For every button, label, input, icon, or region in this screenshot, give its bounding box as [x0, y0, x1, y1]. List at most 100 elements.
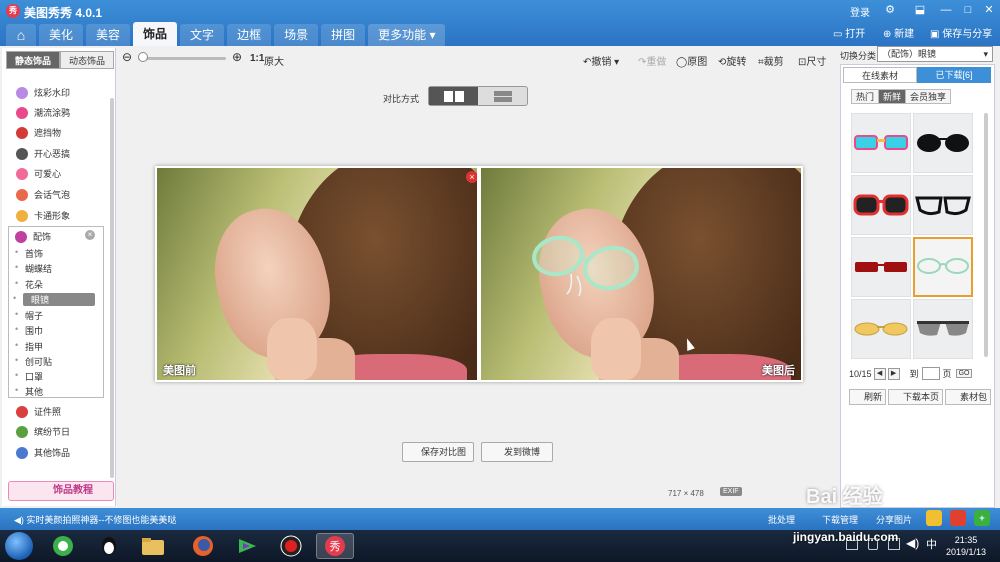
next-page-button[interactable]: ▶ [887, 367, 900, 380]
sidebar-scrollbar[interactable] [110, 98, 114, 478]
subitem-bow[interactable]: 蝴蝶结 [15, 262, 52, 275]
sidebar-item-id-photo[interactable]: 证件照 [16, 405, 61, 418]
tab-animated-accessories[interactable]: 动态饰品 [60, 51, 114, 69]
tab-beautify[interactable]: 美化 [39, 24, 84, 46]
filter-hot[interactable]: 热门 [851, 89, 880, 104]
tab-scene[interactable]: 场景 [274, 24, 319, 46]
glasses-item[interactable] [851, 237, 911, 297]
collapse-icon[interactable]: × [85, 230, 95, 240]
window-toggle-icon[interactable]: ⬓ [910, 2, 930, 18]
tab-frame[interactable]: 边框 [227, 24, 272, 46]
maximize-icon[interactable]: □ [958, 2, 978, 18]
taskbar-media-player[interactable] [228, 533, 266, 559]
accessory-tutorial-button[interactable]: 饰品教程 [8, 481, 114, 501]
download-page-button[interactable]: 下载本页 [888, 389, 944, 405]
taskbar-browser-360[interactable] [44, 533, 82, 559]
exif-button[interactable]: EXIF [720, 487, 742, 496]
zoom-slider-thumb[interactable] [138, 52, 148, 62]
weibo-icon[interactable] [950, 510, 966, 526]
glasses-item[interactable] [913, 113, 973, 173]
glasses-item-selected[interactable] [913, 237, 973, 297]
glasses-item[interactable] [913, 299, 973, 359]
subitem-scarf[interactable]: 围巾 [15, 324, 43, 337]
sidebar-item-mask[interactable]: 遮挡物 [16, 126, 61, 139]
subitem-nails[interactable]: 指甲 [15, 340, 43, 353]
tab-makeup[interactable]: 美容 [86, 24, 131, 46]
share-image-button[interactable]: 分享图片 [876, 513, 912, 526]
sidebar-item-cartoon[interactable]: 卡通形象 [16, 209, 70, 222]
rotate-button[interactable]: ⟲旋转 [718, 53, 746, 68]
tab-text[interactable]: 文字 [180, 24, 225, 46]
taskbar-qq[interactable] [90, 533, 128, 559]
tray-volume-icon[interactable]: ◀) [906, 536, 919, 550]
subitem-jewelry[interactable]: 首饰 [15, 247, 43, 260]
sidebar-item-hearts[interactable]: 可爱心 [16, 167, 61, 180]
save-compare-button[interactable]: 保存对比图 [402, 442, 474, 462]
open-button[interactable]: ▭ 打开 [833, 25, 865, 40]
sidebar-item-graffiti[interactable]: 潮流涂鸦 [16, 106, 70, 119]
subitem-bandage[interactable]: 创可贴 [15, 355, 52, 368]
glasses-overlay[interactable] [531, 226, 643, 296]
taskbar-meitu[interactable]: 秀 [316, 533, 354, 559]
tray-ime-icon[interactable]: 中 [926, 536, 937, 552]
compare-side-by-side-button[interactable] [429, 87, 478, 105]
subitem-glasses[interactable]: 眼镜 [13, 293, 95, 306]
refresh-button[interactable]: 刷新 [849, 389, 887, 405]
close-compare-icon[interactable]: × [466, 171, 477, 183]
zoom-out-icon[interactable]: ⊖ [122, 50, 132, 64]
sidebar-item-bubbles[interactable]: 会话气泡 [16, 188, 70, 201]
subitem-hat[interactable]: 帽子 [15, 309, 43, 322]
taskbar-clock[interactable]: 21:35 2019/1/13 [946, 534, 986, 558]
original-size-button[interactable]: 原大 [264, 53, 284, 68]
tab-static-accessories[interactable]: 静态饰品 [6, 51, 60, 69]
taskbar-explorer[interactable] [134, 533, 172, 559]
close-icon[interactable]: ✕ [979, 2, 999, 18]
zoom-in-icon[interactable]: ⊕ [232, 50, 242, 64]
tab-downloaded[interactable]: 已下载[6] [917, 67, 991, 83]
subitem-mask[interactable]: 口罩 [15, 370, 43, 383]
prev-page-button[interactable]: ◀ [873, 367, 886, 380]
material-scrollbar[interactable] [984, 113, 988, 357]
taskbar-recorder[interactable] [272, 533, 310, 559]
sidebar-item-accessories[interactable]: 配饰 [15, 230, 51, 243]
star-icon[interactable] [926, 510, 942, 526]
start-button[interactable] [5, 532, 33, 560]
download-manager-button[interactable]: 下载管理 [822, 513, 858, 526]
tab-collage[interactable]: 拼图 [321, 24, 366, 46]
minimize-icon[interactable]: — [936, 2, 956, 18]
compare-stacked-button[interactable] [478, 87, 527, 105]
batch-button[interactable]: 批处理 [768, 513, 795, 526]
original-button[interactable]: ◯原图 [676, 53, 707, 68]
login-link[interactable]: 登录 [850, 4, 870, 19]
undo-button[interactable]: ↶撤销 ▾ [583, 53, 619, 68]
go-button[interactable]: GO [955, 369, 973, 378]
taskbar-firefox[interactable] [184, 533, 222, 559]
sidebar-item-other-accessories[interactable]: 其他饰品 [16, 446, 70, 459]
redo-button[interactable]: ↷重做 [638, 53, 666, 68]
glasses-item[interactable] [851, 175, 911, 235]
glasses-item[interactable] [913, 175, 973, 235]
new-button[interactable]: ⊕ 新建 [883, 25, 914, 40]
tab-home[interactable]: ⌂ [6, 24, 36, 46]
tab-more-features[interactable]: 更多功能 ▾ [368, 24, 446, 46]
glasses-item[interactable] [851, 299, 911, 359]
page-number-input[interactable] [921, 367, 940, 380]
material-pack-button[interactable]: 素材包 [945, 389, 992, 405]
resize-button[interactable]: ⊡尺寸 [798, 53, 826, 68]
tab-accessories[interactable]: 饰品 [133, 22, 178, 46]
glasses-item[interactable] [851, 113, 911, 173]
filter-new[interactable]: 新鲜 [878, 89, 907, 104]
sidebar-item-funny[interactable]: 开心恶搞 [16, 147, 70, 160]
post-weibo-button[interactable]: 发到微博 [481, 442, 553, 462]
crop-button[interactable]: ⌗裁剪 [758, 53, 784, 68]
filter-vip[interactable]: 会员独享 [905, 89, 952, 104]
category-select[interactable]: （配饰）眼镜 ▾ [877, 46, 993, 62]
subitem-flower[interactable]: 花朵 [15, 278, 43, 291]
settings-icon[interactable]: ⚙ [880, 2, 900, 18]
zoom-slider[interactable] [138, 57, 226, 60]
ratio-button[interactable]: 1:1 [250, 53, 264, 64]
subitem-other[interactable]: 其他 [15, 385, 43, 398]
add-icon[interactable]: + [974, 510, 990, 526]
save-share-button[interactable]: ▣ 保存与分享 [930, 25, 992, 40]
sidebar-item-festival[interactable]: 缤纷节日 [16, 425, 70, 438]
